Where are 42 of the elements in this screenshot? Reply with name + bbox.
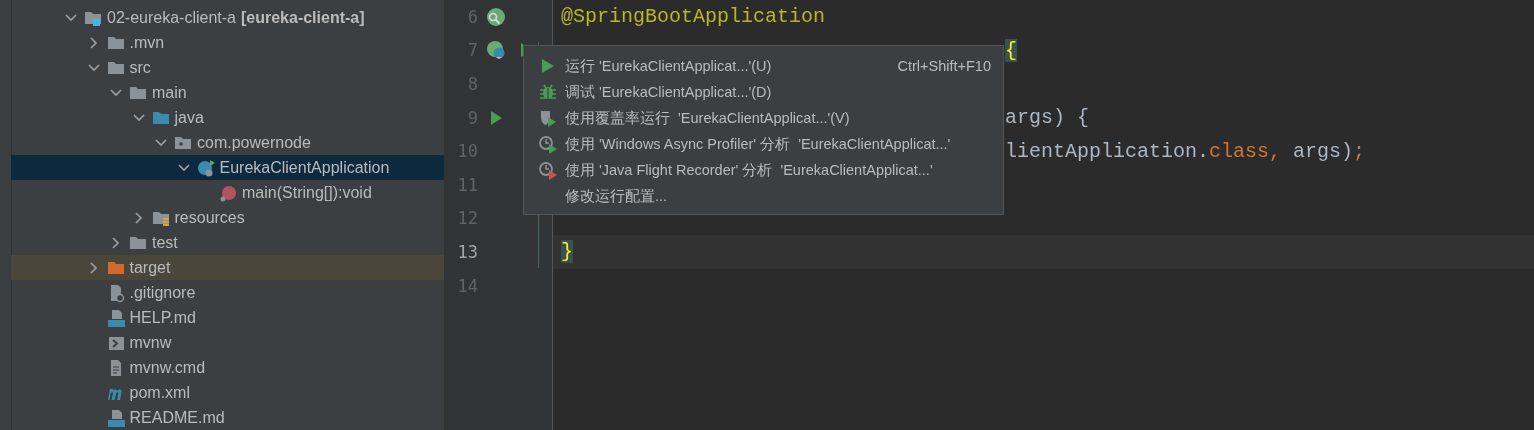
- code-text: class,: [1209, 139, 1282, 163]
- markdown-file-icon: [105, 307, 126, 328]
- spring-search-icon[interactable]: [486, 6, 506, 27]
- tree-item[interactable]: HELP.md: [11, 305, 444, 330]
- code-text: }: [561, 240, 573, 264]
- clock-record-icon: [538, 160, 558, 180]
- tree-item[interactable]: .mvn: [11, 30, 444, 55]
- code-text: @SpringBootApplication: [561, 5, 826, 29]
- menu-item[interactable]: 使用 'Java Flight Recorder' 分析 'EurekaClientApplicat...': [524, 157, 1003, 183]
- menu-item[interactable]: 运行 'EurekaClientApplicat...'(U) Ctrl+Shift+F10: [524, 53, 1003, 79]
- tree-item[interactable]: main: [11, 80, 444, 105]
- bug-icon: [538, 82, 558, 102]
- tree-item[interactable]: mvnw.cmd: [11, 355, 444, 380]
- class-icon: [195, 157, 216, 178]
- tree-item[interactable]: pom.xml: [11, 380, 444, 405]
- menu-item[interactable]: 修改运行配置...: [524, 183, 1003, 209]
- shortcut-text: Ctrl+Shift+F10: [897, 58, 991, 74]
- tree-item[interactable]: java: [11, 105, 444, 130]
- tree-item[interactable]: resources: [11, 205, 444, 230]
- code-text: {: [1005, 38, 1017, 62]
- tree-item[interactable]: .gitignore: [11, 280, 444, 305]
- clock-run-icon: [538, 134, 558, 154]
- tree-item[interactable]: com.powernode: [11, 130, 444, 155]
- tree-item[interactable]: src: [11, 55, 444, 80]
- tree-item[interactable]: 02-eureka-client-a [eureka-client-a]: [11, 5, 444, 30]
- menu-item[interactable]: 使用 'Windows Async Profiler' 分析 'EurekaClientApplicat...': [524, 131, 1003, 157]
- tree-item[interactable]: main(String[]):void: [11, 180, 444, 205]
- code-text: lientApplication.: [1005, 139, 1210, 163]
- code-text: ;: [1353, 139, 1366, 163]
- markdown-file-icon: [105, 407, 126, 428]
- tree-item[interactable]: mvnw: [11, 330, 444, 355]
- code-text: args) {: [1005, 106, 1089, 130]
- menu-item[interactable]: 调试 'EurekaClientApplicat...'(D): [524, 79, 1003, 105]
- menu-item[interactable]: 使用覆盖率运行 'EurekaClientApplicat...'(V): [524, 105, 1003, 131]
- tree-item[interactable]: EurekaClientApplication: [11, 155, 444, 180]
- line-number: 13: [456, 241, 478, 262]
- tree-item[interactable]: test: [11, 230, 444, 255]
- code-text: args): [1292, 139, 1354, 163]
- spring-bean-icon[interactable]: [486, 40, 506, 61]
- tree-item[interactable]: README.md: [11, 405, 444, 430]
- shield-run-icon: [538, 108, 558, 128]
- tree-item[interactable]: target: [11, 255, 444, 280]
